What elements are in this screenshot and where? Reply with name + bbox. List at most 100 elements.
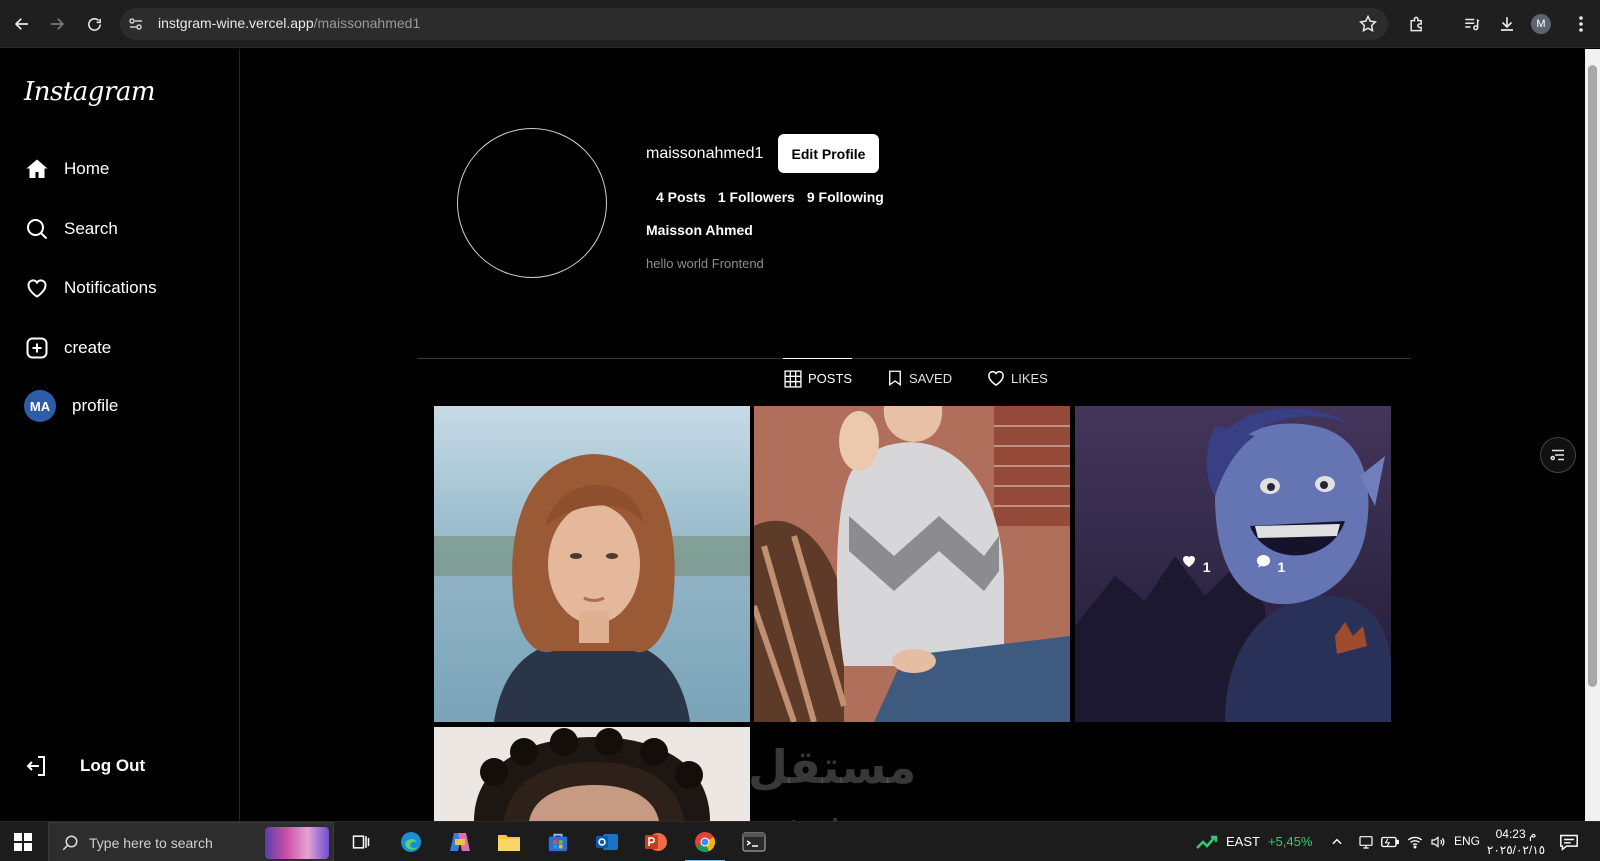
sidebar-item-label: Search: [64, 219, 118, 238]
post-comments: 1: [1255, 553, 1285, 575]
powerpoint-icon: [645, 833, 667, 851]
clock-time: 04:23 م: [1495, 827, 1537, 841]
taskbar-terminal[interactable]: [740, 828, 768, 856]
tab-label: POSTS: [808, 371, 853, 386]
store-icon: [548, 833, 568, 852]
following-count[interactable]: 9 Following: [807, 189, 884, 205]
reload-button[interactable]: [82, 12, 106, 36]
taskbar-edge[interactable]: [397, 828, 425, 856]
media-control-button[interactable]: [1460, 12, 1484, 36]
task-view-button[interactable]: [347, 828, 375, 856]
more-vert-icon[interactable]: [1575, 12, 1587, 36]
page-scrollbar[interactable]: [1585, 49, 1600, 821]
wifi-icon: [1407, 836, 1423, 849]
post-thumbnail[interactable]: [434, 727, 750, 821]
address-bar[interactable]: instgram-wine.vercel.app/maissonahmed1: [120, 8, 1388, 40]
profile-avatar[interactable]: [457, 128, 607, 278]
filter-list-icon: [1550, 449, 1564, 461]
taskbar-outlook[interactable]: [593, 828, 621, 856]
tab-label: SAVED: [909, 370, 953, 386]
taskbar-clock[interactable]: 04:23 م ٢٠٢٥/٠٢/١٥: [1486, 826, 1546, 858]
stock-widget[interactable]: EAST +5,45%: [1196, 834, 1312, 849]
taskbar-chrome[interactable]: [685, 828, 725, 861]
terminal-icon: [742, 832, 766, 852]
post-stats-overlay: 1 1: [1075, 406, 1391, 722]
profile-username: maissonahmed1: [646, 145, 764, 162]
edit-profile-button[interactable]: Edit Profile: [778, 134, 879, 173]
clock-date: ٢٠٢٥/٠٢/١٥: [1486, 843, 1546, 857]
post-image: [434, 406, 750, 722]
post-thumbnail[interactable]: 1 1: [1075, 406, 1391, 722]
sidebar-item-notifications[interactable]: Notifications: [24, 273, 157, 303]
logout-label: Log Out: [80, 756, 146, 775]
taskbar-powerpoint[interactable]: [642, 828, 670, 856]
sidebar-item-home[interactable]: Home: [24, 154, 109, 184]
copilot-icon: [450, 833, 470, 851]
search-icon: [24, 216, 50, 242]
taskbar-copilot[interactable]: [446, 828, 474, 856]
instagram-logo[interactable]: Instagram: [24, 77, 156, 107]
tab-saved[interactable]: SAVED: [886, 358, 952, 398]
windows-start-icon[interactable]: [14, 833, 32, 851]
followers-count[interactable]: 1 Followers: [718, 189, 795, 205]
side-panel-button[interactable]: [1540, 437, 1576, 473]
input-language-indicator[interactable]: ENG: [1454, 834, 1480, 848]
puzzle-icon: [1410, 16, 1422, 32]
sidebar-item-label: Notifications: [64, 278, 157, 297]
taskbar-search-box[interactable]: Type here to search: [48, 822, 334, 861]
back-button[interactable]: [10, 12, 34, 36]
sidebar-item-profile[interactable]: MA profile: [24, 389, 118, 423]
post-thumbnail[interactable]: [754, 406, 1070, 722]
chrome-icon: [695, 832, 716, 853]
logout-button[interactable]: Log Out: [24, 751, 145, 781]
windows-taskbar: Type here to search EAST +5,45% ENG 04:2…: [0, 821, 1600, 861]
sidebar-item-label: profile: [72, 396, 119, 415]
tray-wifi-button[interactable]: [1406, 833, 1424, 851]
posts-count: 4 Posts: [656, 189, 706, 205]
notification-center-icon[interactable]: [1559, 833, 1579, 851]
sidebar-item-create[interactable]: create: [24, 333, 111, 363]
browser-profile-avatar[interactable]: M: [1531, 14, 1551, 34]
forward-button[interactable]: [45, 12, 69, 36]
tab-likes[interactable]: LIKES: [986, 358, 1048, 398]
chevron-up-icon: [1332, 838, 1342, 845]
browser-toolbar: instgram-wine.vercel.app/maissonahmed1 M: [0, 0, 1600, 48]
sidebar-item-search[interactable]: Search: [24, 214, 118, 244]
trend-up-icon: [1196, 835, 1218, 849]
tray-device-button[interactable]: [1357, 833, 1375, 851]
taskbar-search-placeholder: Type here to search: [89, 835, 213, 851]
sidebar-item-label: Home: [64, 159, 110, 178]
profile-full-name: Maisson Ahmed: [646, 222, 753, 238]
downloads-button[interactable]: [1495, 12, 1519, 36]
post-likes: 1: [1181, 553, 1211, 575]
heart-icon: [24, 275, 50, 301]
home-icon: [24, 156, 50, 182]
tab-posts[interactable]: POSTS: [783, 358, 853, 398]
heart-icon: [1182, 555, 1195, 567]
bookmark-icon: [889, 370, 901, 387]
post-image: [434, 727, 750, 821]
url-host: instgram-wine.vercel.app: [158, 15, 314, 31]
tray-volume-button[interactable]: [1429, 833, 1447, 851]
taskbar-file-explorer[interactable]: [495, 828, 523, 856]
stock-symbol: EAST: [1226, 834, 1260, 849]
edge-icon: [401, 832, 421, 852]
bookmark-star-icon[interactable]: [1358, 14, 1378, 34]
plus-square-icon: [24, 335, 50, 361]
download-icon: [1501, 17, 1513, 31]
arrow-right-icon: [51, 18, 65, 30]
extensions-button[interactable]: [1405, 12, 1429, 36]
tray-overflow-button[interactable]: [1328, 833, 1346, 851]
grid-icon: [784, 369, 802, 388]
taskbar-store[interactable]: [544, 828, 572, 856]
logout-icon: [24, 753, 50, 779]
site-settings-icon[interactable]: [128, 16, 144, 32]
url-text[interactable]: instgram-wine.vercel.app/maissonahmed1: [158, 15, 420, 31]
profile-stats: 4 Posts 1 Followers 9 Following: [656, 189, 884, 205]
volume-icon: [1431, 836, 1445, 848]
scrollbar-thumb[interactable]: [1588, 65, 1597, 687]
post-thumbnail[interactable]: [434, 406, 750, 722]
task-view-icon: [352, 835, 370, 849]
tray-battery-button[interactable]: [1381, 833, 1399, 851]
tab-label: LIKES: [1011, 370, 1048, 386]
